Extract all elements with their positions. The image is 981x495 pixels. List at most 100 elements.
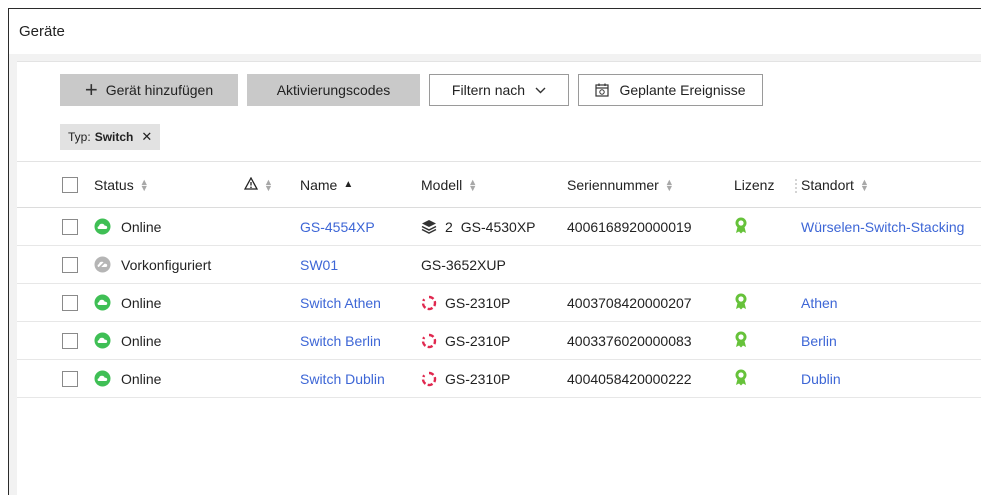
license-icon: [734, 293, 748, 313]
column-header-serial[interactable]: Seriennummer ▲ ▼: [567, 162, 674, 207]
devices-table: Status ▲ ▼ ▲ ▼ Name ▲ Modell ▲ ▼ Serienn…: [17, 161, 981, 398]
status-text: Online: [121, 294, 162, 311]
location-cell: Dublin: [801, 360, 841, 397]
serial-cell: 4006168920000019: [567, 208, 692, 245]
serial-text: 4003376020000083: [567, 332, 692, 349]
row-select-cell: [62, 322, 78, 359]
sort-icon: ▲ ▼: [859, 176, 869, 193]
cloud-online-icon: [94, 332, 111, 349]
license-cell: [734, 322, 748, 359]
app-frame: Geräte + Gerät hinzufügen Aktivierungsco…: [8, 8, 981, 495]
license-icon: [734, 369, 748, 389]
location-link[interactable]: Athen: [801, 295, 838, 311]
model-cell: GS-2310P: [421, 322, 510, 359]
model-text: GS-4530XP: [460, 218, 536, 235]
table-row[interactable]: Vorkonfiguriert SW01 GS-3652XUP: [17, 246, 981, 284]
name-cell: Switch Dublin: [300, 360, 385, 397]
license-cell: [734, 284, 748, 321]
stack-count: 2: [445, 218, 453, 235]
filter-chip-value: Switch: [94, 130, 134, 144]
sort-ascending-icon: ▲: [343, 179, 354, 190]
location-link[interactable]: Würselen-Switch-Stacking: [801, 219, 964, 235]
column-header-model[interactable]: Modell ▲ ▼: [421, 162, 477, 207]
table-row[interactable]: Online Switch Dublin GS-2310P 4004058420…: [17, 360, 981, 398]
row-checkbox[interactable]: [62, 370, 78, 387]
table-row[interactable]: Online Switch Athen GS-2310P 40037084200…: [17, 284, 981, 322]
license-icon: [734, 331, 748, 351]
column-header-status-label: Status: [94, 176, 134, 193]
device-name-link[interactable]: GS-4554XP: [300, 219, 375, 235]
row-checkbox[interactable]: [62, 294, 78, 311]
model-text: GS-3652XUP: [421, 256, 506, 273]
filter-by-label: Filtern nach: [451, 82, 526, 98]
select-all-checkbox[interactable]: [62, 176, 78, 193]
select-all-cell: [62, 162, 78, 207]
activation-codes-button[interactable]: Aktivierungscodes: [247, 74, 420, 106]
device-name-link[interactable]: Switch Berlin: [300, 333, 381, 349]
close-icon[interactable]: ✕: [141, 129, 152, 145]
column-header-name[interactable]: Name ▲: [300, 162, 353, 207]
column-header-warning[interactable]: ▲ ▼: [243, 162, 273, 207]
license-cell: [734, 208, 748, 245]
row-checkbox[interactable]: [62, 256, 78, 273]
row-select-cell: [62, 360, 78, 397]
row-select-cell: [62, 246, 78, 283]
status-text: Vorkonfiguriert: [121, 256, 212, 273]
filter-by-dropdown[interactable]: Filtern nach: [429, 74, 569, 106]
row-checkbox[interactable]: [62, 332, 78, 349]
column-header-location[interactable]: Standort ▲ ▼: [801, 162, 869, 207]
model-text: GS-2310P: [445, 332, 511, 349]
cloud-online-icon: [94, 218, 111, 235]
page-title-bar: Geräte: [9, 9, 981, 54]
sort-icon: ▲ ▼: [468, 176, 478, 193]
status-text: Online: [121, 370, 162, 387]
table-body: Online GS-4554XP 2 GS-4530XP 40061689200…: [17, 208, 981, 398]
scheduled-events-button[interactable]: Geplante Ereignisse: [578, 74, 763, 106]
name-cell: Switch Berlin: [300, 322, 381, 359]
model-text: GS-2310P: [445, 370, 511, 387]
device-name-link[interactable]: Switch Athen: [300, 295, 381, 311]
add-device-label: Gerät hinzufügen: [105, 82, 214, 98]
table-row[interactable]: Online Switch Berlin GS-2310P 4003376020…: [17, 322, 981, 360]
device-name-link[interactable]: Switch Dublin: [300, 371, 385, 387]
switch-icon: [421, 295, 437, 311]
stack-icon: [421, 219, 437, 234]
column-header-serial-label: Seriennummer: [567, 176, 659, 193]
column-header-model-label: Modell: [421, 176, 463, 193]
cloud-online-icon: [94, 370, 111, 387]
column-resize-handle[interactable]: [795, 179, 797, 193]
column-header-status[interactable]: Status ▲ ▼: [94, 162, 149, 207]
name-cell: GS-4554XP: [300, 208, 375, 245]
table-row[interactable]: Online GS-4554XP 2 GS-4530XP 40061689200…: [17, 208, 981, 246]
switch-icon: [421, 371, 437, 387]
serial-cell: 4003376020000083: [567, 322, 692, 359]
cloud-online-icon: [94, 294, 111, 311]
column-header-location-label: Standort: [801, 176, 854, 193]
location-link[interactable]: Dublin: [801, 371, 841, 387]
sort-icon: ▲ ▼: [264, 176, 273, 193]
status-cell: Online: [94, 322, 161, 359]
status-text: Online: [121, 218, 162, 235]
location-link[interactable]: Berlin: [801, 333, 837, 349]
cloud-offline-icon: [94, 256, 111, 273]
filter-chip-type: Typ: Switch ✕: [60, 124, 161, 150]
status-cell: Vorkonfiguriert: [94, 246, 211, 283]
status-cell: Online: [94, 284, 161, 321]
serial-cell: 4004058420000222: [567, 360, 692, 397]
page-title: Geräte: [19, 23, 65, 40]
scheduled-events-label: Geplante Ereignisse: [619, 82, 746, 98]
status-cell: Online: [94, 208, 161, 245]
activation-codes-label: Aktivierungscodes: [276, 82, 391, 98]
toolbar: + Gerät hinzufügen Aktivierungscodes Fil…: [60, 74, 763, 106]
license-cell: [734, 360, 748, 397]
license-icon: [734, 217, 748, 237]
column-header-license[interactable]: Lizenz: [734, 162, 774, 207]
device-name-link[interactable]: SW01: [300, 257, 338, 273]
row-checkbox[interactable]: [62, 218, 78, 235]
serial-cell: 4003708420000207: [567, 284, 692, 321]
serial-text: 4006168920000019: [567, 218, 692, 235]
switch-icon: [421, 333, 437, 349]
sort-icon: ▲ ▼: [664, 176, 674, 193]
name-cell: SW01: [300, 246, 338, 283]
add-device-button[interactable]: + Gerät hinzufügen: [60, 74, 238, 106]
